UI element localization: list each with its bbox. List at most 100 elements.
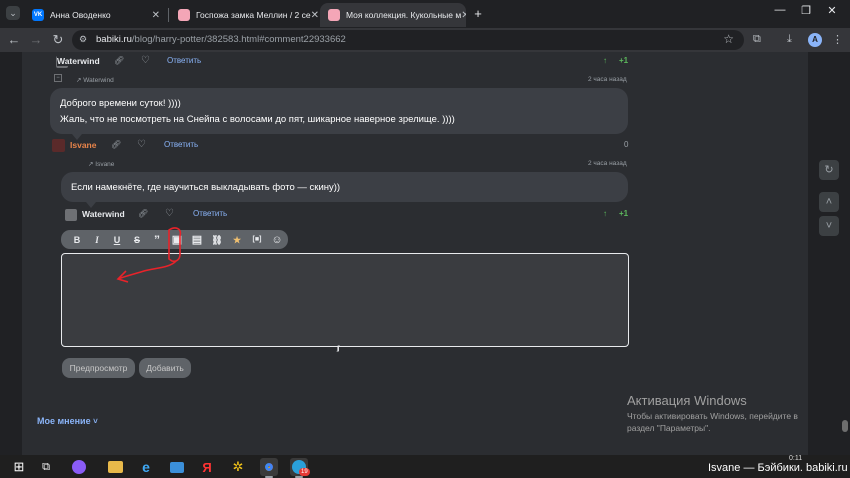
comment-time: 2 часа назад <box>588 76 627 83</box>
vote-count: +1 <box>619 209 629 218</box>
profile-avatar[interactable]: A <box>808 33 822 47</box>
edge-icon[interactable]: e <box>137 458 155 476</box>
vk-favicon-icon: VK <box>32 9 44 21</box>
comment-author-name[interactable]: Waterwind <box>57 56 100 66</box>
tray-caption: Isvane — Бэйбики. babiki.ru <box>708 462 848 474</box>
scrollbar-thumb[interactable] <box>842 420 848 432</box>
more-opinion-label: Мое мнение <box>37 416 91 426</box>
address-bar[interactable]: ⚙ babiki.ru/blog/harry-potter/382583.htm… <box>72 30 744 50</box>
tab-collection[interactable]: Моя коллекция. Кукольные м ✕ <box>320 3 466 27</box>
mail-icon[interactable] <box>170 461 184 473</box>
upvote-arrow-icon[interactable]: ↑ <box>603 209 607 218</box>
link-icon[interactable]: ⛓ <box>207 232 227 248</box>
new-tab-button[interactable]: + <box>470 6 486 22</box>
reply-link[interactable]: Ответить <box>167 56 201 65</box>
url-text: babiki.ru/blog/harry-potter/382583.html#… <box>96 34 346 45</box>
avatar[interactable] <box>52 139 65 152</box>
tab-vk[interactable]: VK Анна Оводенко ✕ <box>24 3 168 27</box>
chrome-icon[interactable] <box>262 460 276 474</box>
windows-taskbar: ⊞ ⧉ e Я ✲ 19 0:11 Isvane — Бэйбики. babi… <box>0 455 850 478</box>
comment-text-line: Доброго времени суток! )))) <box>60 98 181 109</box>
comment-text-line: Если намекнёте, где научиться выкладыват… <box>71 182 341 193</box>
annotation-circle <box>168 227 182 263</box>
scroll-down-icon[interactable]: ˅ <box>819 216 839 236</box>
download-icon[interactable]: ⤓ <box>787 33 792 46</box>
windows-activation-watermark: Активация Windows Чтобы активировать Win… <box>627 393 827 434</box>
yandex-browser-icon[interactable]: Я <box>198 458 216 476</box>
activation-title: Активация Windows <box>627 393 747 408</box>
scroll-up-icon[interactable]: ˄ <box>819 192 839 212</box>
italic-icon[interactable]: I <box>87 232 107 248</box>
comment-bubble: Если намекнёте, где научиться выкладыват… <box>61 172 628 202</box>
reply-to: ↗ Isvane <box>88 161 115 168</box>
bold-icon[interactable]: B <box>67 232 87 248</box>
link-icon[interactable]: 🔗︎ <box>138 209 148 218</box>
windows-start-icon[interactable]: ⊞ <box>10 458 28 476</box>
upload-photo-icon[interactable]: ★ <box>227 232 247 248</box>
unread-badge: 19 <box>299 468 310 476</box>
reload-icon[interactable]: ↻ <box>50 32 66 48</box>
heart-icon[interactable]: ♡ <box>137 139 146 150</box>
collapse-icon[interactable]: − <box>54 74 62 82</box>
close-icon[interactable]: ✕ <box>461 10 466 21</box>
babiki-favicon-icon <box>328 9 340 21</box>
bookmark-star-icon[interactable]: ☆ <box>723 32 734 46</box>
reply-to-name[interactable]: Isvane <box>95 161 114 168</box>
comment-text-line: Жаль, что не посмотреть на Снейпа с воло… <box>60 114 455 125</box>
chevron-down-icon: ˅ <box>93 417 98 426</box>
tray-clock[interactable]: 0:11 <box>789 455 802 462</box>
close-icon[interactable]: ✕ <box>311 10 318 21</box>
upvote-arrow-icon[interactable]: ↑ <box>603 56 607 65</box>
resize-handle-icon[interactable]: ʃʃʃʃ <box>337 346 351 352</box>
reply-link[interactable]: Ответить <box>193 209 227 218</box>
spoiler-icon[interactable]: ▤ <box>187 232 207 248</box>
close-icon[interactable]: ✕ <box>152 10 160 21</box>
tab-title: Анна Оводенко <box>50 10 111 20</box>
link-icon[interactable]: 🔗︎ <box>114 56 124 65</box>
reply-to: ↗ Waterwind <box>76 77 114 84</box>
back-icon[interactable]: ← <box>6 32 22 48</box>
url-path: /blog/harry-potter/382583.html#comment22… <box>131 34 346 45</box>
tab-mellin[interactable]: Госпожа замка Меллин / 2 се ✕ <box>170 3 318 27</box>
minimize-icon[interactable]: — <box>770 4 790 16</box>
refresh-comments-icon[interactable]: ↻ <box>819 160 839 180</box>
babiki-favicon-icon <box>178 9 190 21</box>
browser-toolbar: ← → ↻ ⚙ babiki.ru/blog/harry-potter/3825… <box>0 28 850 52</box>
avatar <box>65 209 77 221</box>
comment-bubble: Доброго времени суток! )))) Жаль, что не… <box>50 88 628 134</box>
bubble-pointer <box>86 202 96 208</box>
url-host: babiki.ru <box>96 34 132 45</box>
comment-author-name[interactable]: Isvane <box>70 140 96 150</box>
smiley-icon[interactable]: ☺ <box>267 232 287 248</box>
page-scrollbar[interactable] <box>840 52 850 455</box>
site-info-icon[interactable]: ⚙ <box>79 34 90 45</box>
tab-separator <box>168 8 169 22</box>
forward-icon[interactable]: → <box>28 32 44 48</box>
more-opinion-link[interactable]: Мое мнение ˅ <box>37 416 98 426</box>
extensions-icon[interactable]: ⧉ <box>753 33 761 46</box>
comment-time: 2 часа назад <box>588 160 627 167</box>
menu-icon[interactable]: ⋮ <box>832 33 843 46</box>
heart-icon[interactable]: ♡ <box>165 208 174 219</box>
yandex-disk-icon[interactable]: ✲ <box>229 458 247 476</box>
heart-icon[interactable]: ♡ <box>141 55 150 66</box>
activation-body: Чтобы активировать Windows, перейдите в … <box>627 411 798 433</box>
alice-icon[interactable] <box>72 460 86 474</box>
tab-search-icon[interactable]: ⌄ <box>6 6 20 20</box>
vote-count: 0 <box>624 140 629 149</box>
maximize-icon[interactable]: ❐ <box>796 4 816 17</box>
link-icon[interactable]: 🔗︎ <box>111 140 121 149</box>
vote-count: +1 <box>619 56 629 65</box>
preview-button[interactable]: Предпросмотр <box>62 358 135 378</box>
comment-author-name[interactable]: Waterwind <box>82 209 125 219</box>
red-annotation-arrow <box>116 227 182 283</box>
task-view-icon[interactable]: ⧉ <box>37 458 55 476</box>
file-explorer-icon[interactable] <box>107 461 123 473</box>
embed-icon[interactable]: [■] <box>247 232 267 248</box>
reply-link[interactable]: Ответить <box>164 140 198 149</box>
tab-title: Госпожа замка Меллин / 2 се <box>196 10 311 20</box>
close-window-icon[interactable]: ✕ <box>822 4 842 17</box>
submit-button[interactable]: Добавить <box>139 358 191 378</box>
tab-title: Моя коллекция. Кукольные м <box>346 10 462 20</box>
reply-to-name[interactable]: Waterwind <box>83 77 113 84</box>
